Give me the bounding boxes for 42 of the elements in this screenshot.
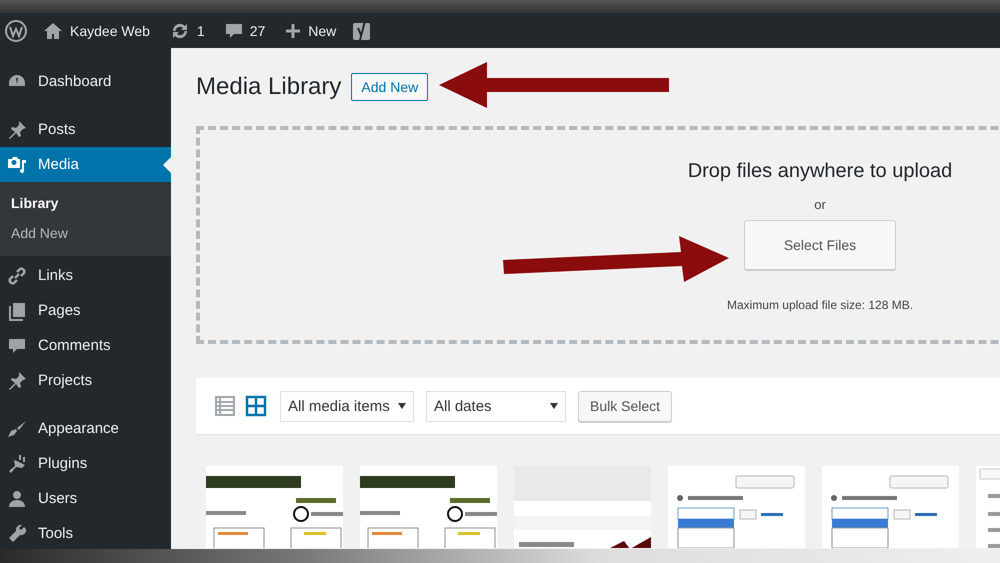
new-content-link[interactable]: New [281,22,340,38]
grid-view-icon[interactable] [245,395,267,417]
plus-icon [285,22,302,38]
wordpress-logo-icon[interactable] [5,20,27,42]
submenu-item[interactable]: Add New [0,218,79,248]
plug-icon [7,454,27,474]
select-files-button[interactable]: Select Files [744,220,896,270]
sidebar-item[interactable]: Dashboard [0,64,171,99]
upload-heading: Drop files anywhere to upload [688,160,952,183]
sidebar-item[interactable]: Projects [0,363,171,398]
filter-dropdown[interactable]: All media items [280,390,414,422]
wrench-icon [7,524,27,544]
sidebar-item[interactable]: Tools [0,516,171,551]
sidebar-item[interactable]: Plugins [0,446,171,481]
sidebar-item[interactable]: Pages [0,293,171,328]
submenu-item[interactable]: Library [0,188,70,218]
sidebar-item[interactable]: Links [0,258,171,293]
updates-link[interactable]: 1 [166,22,209,40]
sidebar-item[interactable]: Media [0,147,171,182]
comment-icon [224,22,243,40]
or-text: or [814,197,826,212]
chain-link-icon [7,266,27,286]
home-icon [43,22,63,40]
pushpin-icon [7,120,27,140]
filter-dropdown[interactable]: All dates [426,390,566,422]
sidebar-item[interactable]: Posts [0,112,171,147]
camera-music-icon [7,154,27,174]
sidebar-item[interactable]: Comments [0,328,171,363]
caret-icon [550,403,558,409]
site-name-link[interactable]: Kaydee Web [39,22,154,40]
max-upload-size-text: Maximum upload file size: 128 MB. [726,298,914,312]
user-icon [7,488,27,508]
pushpin-icon [7,370,27,390]
comments-link[interactable]: 27 [220,22,270,40]
page-title: Media Library [196,73,342,101]
add-new-button[interactable]: Add New [351,73,428,101]
pages-icon [7,300,27,320]
bulk-select-button[interactable]: Bulk Select [578,390,672,422]
sidebar-item[interactable]: Appearance [0,411,171,446]
paintbrush-icon [7,418,27,438]
sidebar-item[interactable]: Users [0,481,171,516]
caret-icon [398,403,406,409]
